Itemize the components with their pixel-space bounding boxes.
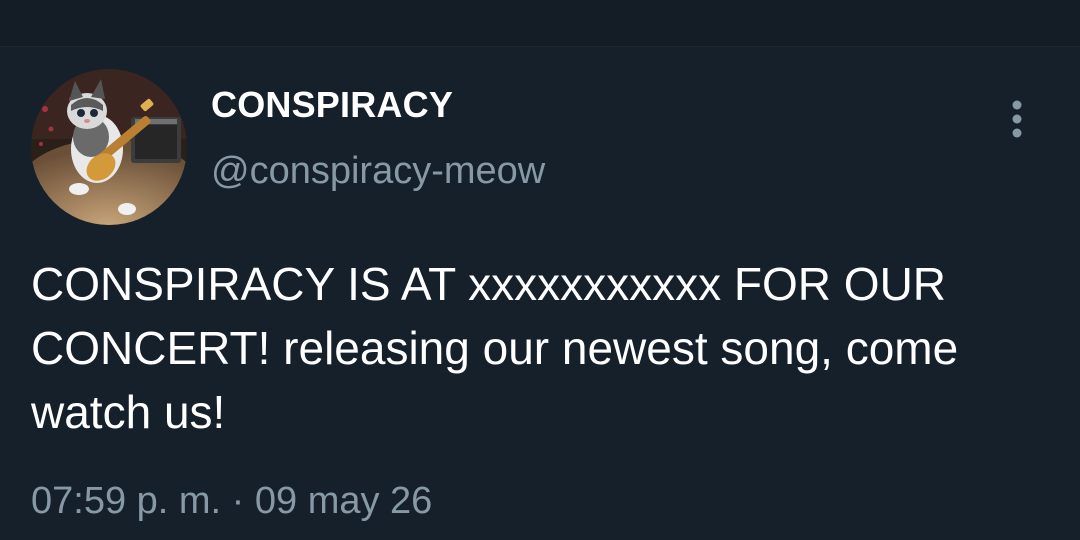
more-vertical-icon — [1012, 100, 1022, 138]
tweet-text: CONSPIRACY IS AT xxxxxxxxxxx FOR OUR CON… — [31, 258, 959, 438]
tweet-timestamp[interactable]: 07:59 p. m. · 09 may 26 — [31, 480, 432, 523]
more-options-button[interactable] — [1000, 98, 1034, 142]
kitten-with-guitar-avatar — [31, 69, 187, 225]
user-handle[interactable]: @conspiracy-meow — [211, 150, 545, 193]
avatar[interactable] — [31, 69, 187, 225]
display-name[interactable]: CONSPIRACY — [211, 84, 453, 126]
top-bar-divider — [0, 0, 1080, 47]
